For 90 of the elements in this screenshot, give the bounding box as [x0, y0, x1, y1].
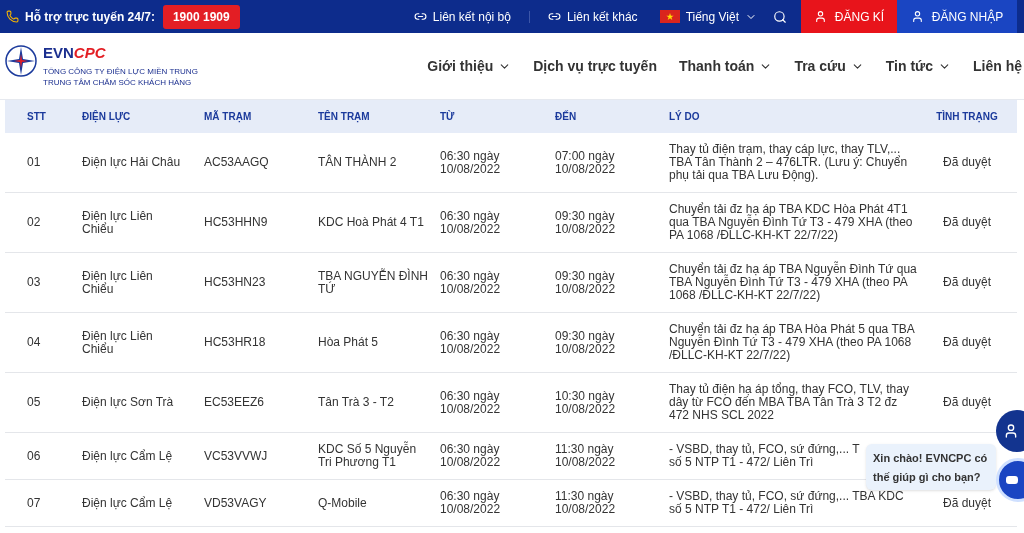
center-name: TRUNG TÂM CHĂM SÓC KHÁCH HÀNG: [43, 77, 193, 88]
table-cell-text: - VSBD, thay tủ, FCO, sứ đứng,... TBA KDC số 5 NTP T1 - 472/ Liên Trì: [669, 490, 905, 516]
table-cell-text: HC53HN23: [204, 276, 267, 289]
table-cell-text: 11:30 ngày 10/08/2022: [555, 490, 617, 516]
link-icon: [547, 10, 561, 23]
table-cell-text: AC53AAGQ: [204, 156, 270, 169]
table-cell-text: Điện lực Liên Chiểu: [82, 269, 154, 296]
table-cell-text: HC53HHN9: [204, 216, 269, 229]
table-cell-text: Thay tủ điện hạ áp tổng, thay FCO, TLV, thay dây từ FCO đến MBA TBA Tân Trà 3 T2 đz 472 NHS SCL 2022: [669, 383, 910, 422]
user-icon: [1003, 423, 1019, 439]
register-button[interactable]: ĐĂNG KÍ: [801, 0, 897, 33]
company-name: TỔNG CÔNG TY ĐIỆN LỰC MIỀN TRUNG: [43, 66, 198, 77]
table-cell-text: 05: [26, 396, 42, 409]
table-cell-text: 06:30 ngày 10/08/2022: [440, 443, 502, 469]
table-cell-text: Điện lực Cẩm Lệ: [82, 496, 174, 510]
logo-star-icon: [5, 45, 37, 77]
column-header: STT: [26, 110, 47, 124]
table-cell-text: Điện lực Liên Chiểu: [82, 329, 154, 356]
table-cell-text: Điện lực Hải Châu: [82, 156, 182, 169]
table-cell-text: Đã duyệt: [942, 336, 992, 349]
table-cell-text: 06:30 ngày 10/08/2022: [440, 149, 502, 176]
nav-link[interactable]: Liên kết khác: [547, 7, 638, 26]
table-cell-text: VD53VAGY: [204, 496, 268, 510]
table-cell-text: HC53HR18: [204, 336, 267, 349]
table-cell-text: 06: [26, 449, 42, 463]
table-cell-text: Điện lực Cẩm Lệ: [82, 449, 174, 463]
user-icon: [813, 10, 827, 23]
search-icon[interactable]: [773, 9, 787, 24]
column-header: ĐIỆN LỰC: [82, 109, 132, 124]
login-button[interactable]: ĐĂNG NHẬP: [897, 0, 1017, 33]
table-cell-text: Điện lực Liên Chiểu: [82, 209, 154, 236]
table-cell-text: 06:30 ngày 10/08/2022: [440, 389, 502, 416]
table-cell-text: TÂN THÀNH 2: [318, 156, 398, 169]
table-cell-text: Chuyển tải đz hạ áp TBA Hòa Phát 5 qua TBA Nguyễn Đình Tứ T3 - 479 XHA (theo PA 1068 /ĐLLC-KH-KT 22/7/22): [669, 323, 916, 362]
table-cell-text: Đã duyệt: [942, 216, 992, 229]
nav-menu-item[interactable]: Tin tức: [885, 55, 951, 77]
column-header: LÝ DO: [669, 109, 701, 124]
table-cell-text: Q-Mobile: [318, 496, 368, 510]
table-cell-text: 06:30 ngày 10/08/2022: [440, 209, 502, 236]
nav-menu-item[interactable]: Liên hệ: [973, 55, 1022, 77]
nav-menu-item[interactable]: Thanh toán: [678, 55, 773, 77]
table-cell-text: VC53VVWJ: [204, 449, 269, 463]
chat-greeting: Xin chào! EVNCPC có thế giúp gì cho bạn?: [873, 452, 988, 483]
table-cell-text: 01: [26, 156, 42, 169]
logo-brand-accent: CPC: [73, 44, 106, 62]
table-cell-text: TBA NGUYỄN ĐÌNH TỨ: [318, 269, 429, 296]
nav-menu-item[interactable]: Dịch vụ trực tuyến: [533, 55, 657, 77]
table-cell-text: Thay tủ điện trạm, thay cáp lực, thay TLV,... TBA Tân Thành 2 – 476LTR. (Lưu ý: Chuyển phụ tải qua TBA Lưu Động).: [669, 143, 909, 182]
table-cell: - VSBD, thay tủ, FCO, sứ đứng,... T số 5 NTP T1 - 472/ Liên Trì: [669, 443, 860, 469]
column-header: TỪ: [440, 109, 456, 124]
table-cell-text: KDC Hoà Phát 4 T1: [318, 216, 425, 229]
nav-menu-item[interactable]: Tra cứu: [794, 55, 864, 77]
language-selector[interactable]: Tiếng Việt: [659, 7, 757, 26]
nav-link[interactable]: Liên kết nội bộ: [413, 7, 511, 26]
table-cell-text: Đã duyệt: [942, 496, 992, 510]
hotline-link[interactable]: 1900 1909: [162, 4, 240, 29]
table-cell-text: 02: [26, 216, 42, 229]
support-label: Hỗ trợ trực tuyến 24/7:: [25, 8, 155, 26]
table-cell-text: Đã duyệt: [942, 276, 992, 289]
user-icon: [910, 10, 924, 23]
table-cell-text: 07:00 ngày 10/08/2022: [555, 149, 617, 176]
column-header: TÊN TRẠM: [318, 109, 371, 124]
table-cell-text: EC53EEZ6: [204, 396, 266, 409]
table-cell-text: Hòa Phát 5: [318, 336, 380, 349]
table-cell-text: 10:30 ngày 10/08/2022: [555, 389, 617, 416]
table-cell-text: Điện lực Sơn Trà: [82, 396, 175, 409]
table-cell-text: 06:30 ngày 10/08/2022: [440, 490, 502, 516]
vietnam-flag-icon: [659, 10, 680, 23]
table-cell-text: 03: [26, 276, 42, 289]
table-cell-text: 09:30 ngày 10/08/2022: [555, 209, 617, 236]
nav-menu-item[interactable]: Giới thiệu: [427, 55, 512, 77]
table-cell-text: KDC Số 5 Nguyễn Tri Phương T1: [318, 443, 418, 469]
table-cell-text: Tân Trà 3 - T2: [318, 396, 395, 409]
phone-icon: [6, 10, 19, 23]
table-cell: Chuyển tải đz hạ áp TBA Nguyễn Đình Tứ qua TBA Nguyễn Đình Tứ T3 - 479 XHA (theo PA 1068 /ĐLLC-KH-KT 22/7/22): [669, 263, 917, 302]
table-cell-text: 09:30 ngày 10/08/2022: [555, 269, 617, 296]
table-cell-text: 07: [26, 496, 42, 510]
table-cell-text: Chuyển tải đz hạ áp TBA KDC Hòa Phát 4T1 qua TBA Nguyễn Đình Tứ T3 - 479 XHA (theo PA 1068 /ĐLLC-KH-KT 22/7/22): [669, 203, 914, 242]
table-cell-text: Đã duyệt: [942, 156, 992, 169]
logo-brand: EVN: [43, 44, 74, 62]
column-header: MÃ TRẠM: [204, 109, 253, 124]
table-cell-text: 11:30 ngày 10/08/2022: [555, 443, 617, 469]
table-cell-text: 06:30 ngày 10/08/2022: [440, 329, 502, 356]
table-cell-text: 04: [26, 336, 42, 349]
table-cell-text: 09:30 ngày 10/08/2022: [555, 329, 617, 356]
column-header: TÌNH TRẠNG: [935, 109, 999, 124]
table-cell-text: Đã duyệt: [942, 396, 992, 409]
column-header: ĐẾN: [555, 109, 578, 124]
link-icon: [413, 10, 427, 23]
table-cell-text: 06:30 ngày 10/08/2022: [440, 269, 502, 296]
